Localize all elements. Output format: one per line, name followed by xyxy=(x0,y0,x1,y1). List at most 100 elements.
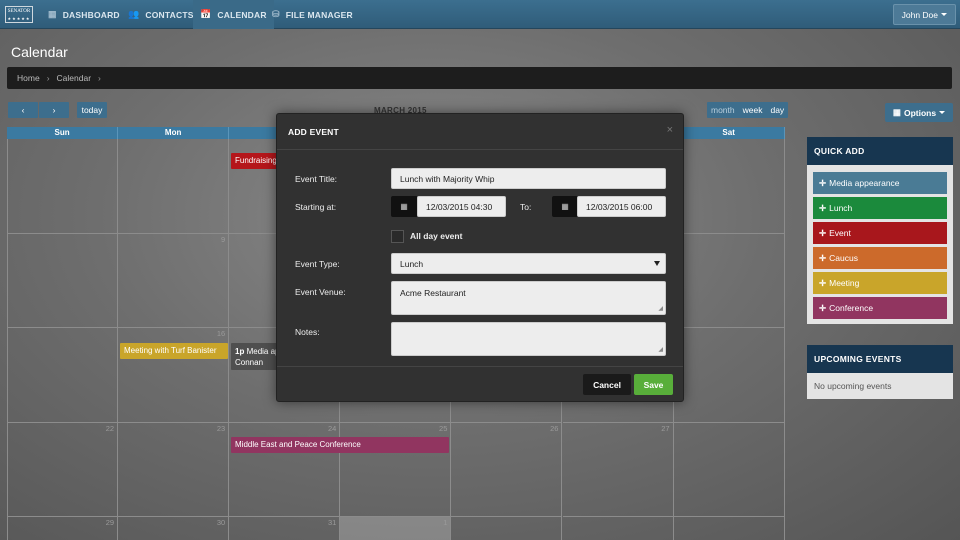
calendar-day-cell[interactable]: 29 xyxy=(7,517,119,540)
view-switcher: month week day xyxy=(707,102,789,118)
start-date-input[interactable]: 12/03/2015 04:30 xyxy=(417,196,506,217)
calendar-day-cell[interactable] xyxy=(674,517,785,540)
modal-header: ADD EVENT × xyxy=(277,114,683,150)
upcoming-events-title: UPCOMING EVENTS xyxy=(807,345,953,373)
event-type-select[interactable]: Lunch xyxy=(391,253,666,274)
day-header-mon: Mon xyxy=(118,127,230,139)
today-button[interactable]: today xyxy=(77,102,107,118)
day-number: 27 xyxy=(661,423,670,433)
event-media-appearance[interactable]: 1p Media ap Connan xyxy=(231,343,277,370)
calendar-day-cell[interactable] xyxy=(7,139,119,234)
notes-textarea[interactable]: ◢ xyxy=(391,322,666,356)
event-fundraising[interactable]: Fundraising xyxy=(231,153,277,169)
quick-add-conference[interactable]: ✛ Conference xyxy=(813,297,947,319)
calendar-day-cell[interactable]: 31 xyxy=(229,517,341,540)
nav-calendar[interactable]: 📅 CALENDAR xyxy=(193,0,274,29)
add-event-modal: ADD EVENT × Event Title: Lunch with Majo… xyxy=(276,113,684,402)
day-header-sat: Sat xyxy=(673,127,785,139)
grid-icon: ▦ xyxy=(48,9,57,19)
event-title-label: Event Title: xyxy=(295,174,338,184)
quick-add-title: QUICK ADD xyxy=(807,137,953,165)
event-venue-value: Acme Restaurant xyxy=(400,288,466,298)
event-title-input[interactable]: Lunch with Majority Whip xyxy=(391,168,666,189)
nav-contacts[interactable]: 👥 CONTACTS xyxy=(121,0,201,29)
prev-month-button[interactable]: ‹ xyxy=(8,102,38,118)
senator-logo[interactable]: SENATOR ★★★★★ xyxy=(5,6,33,23)
breadcrumb-home[interactable]: Home xyxy=(17,73,40,83)
day-number: 24 xyxy=(327,423,337,433)
calendar-day-cell[interactable]: 27 xyxy=(562,422,674,517)
resize-handle-icon[interactable]: ◢ xyxy=(658,305,663,312)
view-month-button[interactable]: month xyxy=(707,102,739,118)
page-title: Calendar xyxy=(11,44,68,60)
quick-add-lunch[interactable]: ✛ Lunch xyxy=(813,197,947,219)
calendar-day-cell[interactable] xyxy=(673,328,785,423)
start-calendar-icon[interactable]: ▦ xyxy=(391,196,417,217)
chevron-right-icon: › xyxy=(52,105,56,115)
event-type-label: Event Type: xyxy=(295,259,340,269)
calendar-day-cell[interactable]: 26 xyxy=(451,422,563,517)
chevron-right-icon: › xyxy=(98,73,101,83)
quick-add-panel: QUICK ADD ✛ Media appearance ✛ Lunch ✛ Event ✛… xyxy=(807,137,953,324)
calendar-day-cell[interactable]: 9 xyxy=(118,233,230,328)
next-month-button[interactable]: › xyxy=(39,102,69,118)
top-navbar: SENATOR ★★★★★ ▦ DASHBOARD 👥 CONTACTS 📅 C… xyxy=(0,0,960,29)
starting-at-label: Starting at: xyxy=(295,202,337,212)
move-icon: ✛ xyxy=(819,228,827,238)
calendar-day-cell[interactable] xyxy=(673,233,785,328)
day-number: 31 xyxy=(327,518,337,527)
move-icon: ✛ xyxy=(819,303,827,313)
calendar-icon: ▦ xyxy=(892,107,901,117)
quick-add-event[interactable]: ✛ Event xyxy=(813,222,947,244)
calendar-day-cell[interactable] xyxy=(7,328,119,423)
nav-file-manager[interactable]: ⛁ FILE MANAGER xyxy=(265,0,360,29)
event-venue-textarea[interactable]: Acme Restaurant ◢ xyxy=(391,281,666,315)
resize-handle-icon[interactable]: ◢ xyxy=(658,346,663,353)
calendar-day-cell[interactable]: 30 xyxy=(118,517,230,540)
calendar-day-cell[interactable]: 22 xyxy=(7,422,119,517)
event-conference[interactable]: Middle East and Peace Conference xyxy=(231,437,449,453)
calendar-day-cell[interactable]: 23 xyxy=(118,422,230,517)
cancel-button[interactable]: Cancel xyxy=(583,374,631,395)
calendar-day-cell[interactable] xyxy=(563,517,674,540)
quick-add-caucus[interactable]: ✛ Caucus xyxy=(813,247,947,269)
all-day-checkbox[interactable] xyxy=(391,230,404,243)
calendar-day-cell[interactable] xyxy=(7,233,119,328)
user-menu-button[interactable]: John Doe xyxy=(892,4,956,25)
calendar-day-cell[interactable] xyxy=(118,139,230,234)
quick-add-media-appearance[interactable]: ✛ Media appearance xyxy=(813,172,947,194)
quick-add-list: ✛ Media appearance ✛ Lunch ✛ Event ✛ Caucus ✛ Mee… xyxy=(807,165,953,324)
day-number: 29 xyxy=(105,518,115,527)
save-button[interactable]: Save xyxy=(634,374,673,395)
modal-title: ADD EVENT xyxy=(288,127,339,137)
quick-add-label: Media appearance xyxy=(829,178,900,188)
calendar-day-cell[interactable] xyxy=(451,517,563,540)
end-calendar-icon[interactable]: ▦ xyxy=(552,196,578,217)
nav-dashboard[interactable]: ▦ DASHBOARD xyxy=(41,0,127,29)
move-icon: ✛ xyxy=(819,203,827,213)
upcoming-events-panel: UPCOMING EVENTS No upcoming events xyxy=(807,345,953,399)
quick-add-label: Meeting xyxy=(829,278,860,288)
options-button[interactable]: ▦ Options xyxy=(885,103,953,122)
view-week-button[interactable]: week xyxy=(739,102,767,118)
chevron-down-icon xyxy=(941,13,947,16)
view-day-button[interactable]: day xyxy=(766,102,788,118)
end-date-input[interactable]: 12/03/2015 06:00 xyxy=(577,196,666,217)
calendar-day-cell[interactable]: 1 xyxy=(340,517,452,540)
options-label: Options xyxy=(903,107,937,118)
nav-dashboard-label: DASHBOARD xyxy=(62,9,120,20)
close-icon[interactable]: × xyxy=(667,124,673,136)
event-type-value: Lunch xyxy=(400,258,424,269)
day-number: 22 xyxy=(105,423,115,433)
event-meeting-turf-banister[interactable]: Meeting with Turf Banister xyxy=(120,343,228,359)
chevron-down-icon xyxy=(939,111,946,114)
calendar-day-cell[interactable] xyxy=(673,422,785,517)
notes-label: Notes: xyxy=(295,327,320,337)
quick-add-meeting[interactable]: ✛ Meeting xyxy=(813,272,947,294)
day-number: 25 xyxy=(439,423,448,433)
breadcrumb-calendar[interactable]: Calendar xyxy=(57,73,92,83)
quick-add-label: Conference xyxy=(829,303,874,313)
calendar-day-cell[interactable] xyxy=(673,139,785,234)
day-number: 1 xyxy=(443,518,448,527)
logo-stars: ★★★★★ xyxy=(7,16,31,21)
